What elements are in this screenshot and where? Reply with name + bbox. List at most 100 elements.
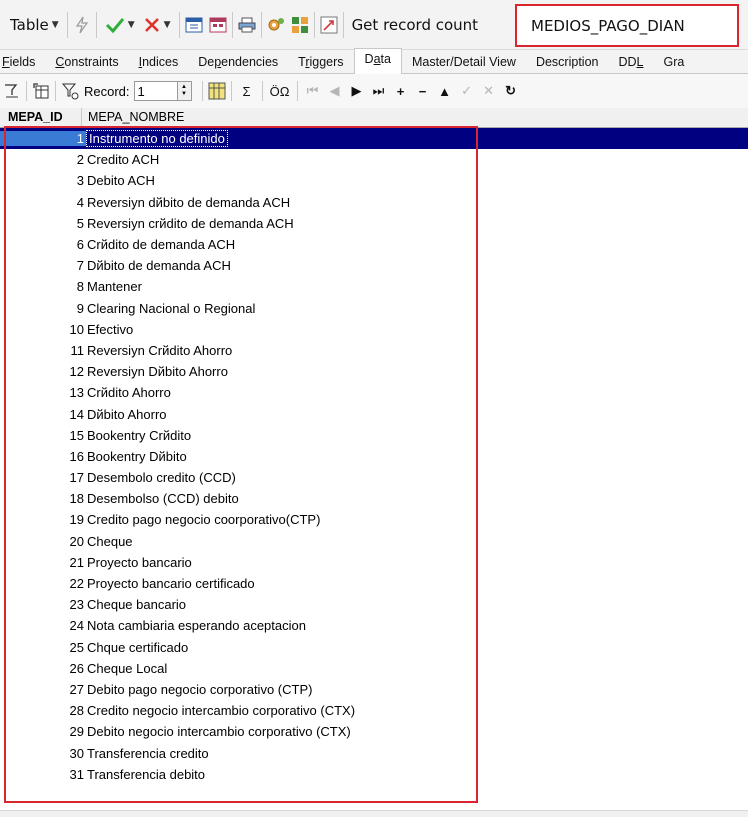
form-view-icon[interactable] xyxy=(208,15,228,35)
cell-mepa-nombre[interactable]: Dйbito Ahorro xyxy=(86,407,167,422)
cell-mepa-id[interactable]: 1 xyxy=(0,131,86,147)
cell-mepa-nombre[interactable]: Cheque bancario xyxy=(86,597,186,612)
table-row[interactable]: 2 Credito ACH xyxy=(0,149,748,170)
refresh-icon[interactable]: ↻ xyxy=(500,83,522,99)
cell-mepa-nombre[interactable]: Bookentry Crйdito xyxy=(86,428,191,443)
cell-mepa-nombre[interactable]: Cheque Local xyxy=(86,661,167,676)
cell-mepa-nombre[interactable]: Bookentry Dйbito xyxy=(86,449,187,464)
cell-mepa-id[interactable]: 25 xyxy=(0,640,86,655)
table-row[interactable]: 4 Reversiyn dйbito de demanda ACH xyxy=(0,192,748,213)
cell-mepa-id[interactable]: 5 xyxy=(0,216,86,231)
tab-indices[interactable]: Indices xyxy=(129,55,189,73)
delete-record-icon[interactable]: − xyxy=(412,84,434,99)
cell-mepa-id[interactable]: 28 xyxy=(0,703,86,718)
table-row[interactable]: 10 Efectivo xyxy=(0,319,748,340)
insert-record-icon[interactable]: + xyxy=(390,84,412,99)
grid-columns-icon[interactable] xyxy=(207,81,227,101)
table-row[interactable]: 6 Crйdito de demanda ACH xyxy=(0,234,748,255)
cell-mepa-id[interactable]: 6 xyxy=(0,237,86,252)
table-row[interactable]: 23 Cheque bancario xyxy=(0,594,748,615)
cell-mepa-id[interactable]: 7 xyxy=(0,258,86,273)
grid-view-icon[interactable] xyxy=(184,15,204,35)
cell-mepa-nombre[interactable]: Cheque xyxy=(86,534,133,549)
cell-mepa-nombre[interactable]: Reversiyn crйdito de demanda ACH xyxy=(86,216,294,231)
print-icon[interactable] xyxy=(237,15,257,35)
cell-mepa-nombre[interactable]: Instrumento no definido xyxy=(86,130,228,148)
table-row[interactable]: 1 Instrumento no definido xyxy=(0,128,748,150)
cell-mepa-id[interactable]: 29 xyxy=(0,724,86,739)
table-row[interactable]: 27 Debito pago negocio corporativo (CTP) xyxy=(0,679,748,700)
cell-mepa-nombre[interactable]: Debito negocio intercambio corporativo (… xyxy=(86,724,351,739)
table-row[interactable]: 17 Desembolo credito (CCD) xyxy=(0,467,748,488)
tab-ddl[interactable]: DDL xyxy=(608,55,653,73)
cell-mepa-id[interactable]: 15 xyxy=(0,428,86,443)
next-record-icon[interactable]: ▶ xyxy=(346,83,368,99)
table-row[interactable]: 14 Dйbito Ahorro xyxy=(0,403,748,424)
cell-mepa-nombre[interactable]: Desembolo credito (CCD) xyxy=(86,470,236,485)
settings-gear-icon[interactable] xyxy=(266,15,286,35)
table-row[interactable]: 18 Desembolso (CCD) debito xyxy=(0,488,748,509)
cell-mepa-nombre[interactable]: Efectivo xyxy=(86,322,133,337)
cell-mepa-id[interactable]: 23 xyxy=(0,597,86,612)
table-row[interactable]: 31 Transferencia debito xyxy=(0,764,748,785)
cell-mepa-id[interactable]: 20 xyxy=(0,534,86,549)
table-row[interactable]: 13 Crйdito Ahorro xyxy=(0,382,748,403)
cell-mepa-id[interactable]: 8 xyxy=(0,279,86,294)
tab-data[interactable]: Data xyxy=(353,48,402,74)
cancel-edit-icon[interactable]: ✕ xyxy=(478,83,500,99)
cell-mepa-nombre[interactable]: Proyecto bancario xyxy=(86,555,192,570)
filter-icon[interactable] xyxy=(2,81,22,101)
table-row[interactable]: 25 Chque certificado xyxy=(0,637,748,658)
cell-mepa-nombre[interactable]: Reversiyn Dйbito Ahorro xyxy=(86,364,228,379)
cell-mepa-id[interactable]: 12 xyxy=(0,364,86,379)
cell-mepa-id[interactable]: 4 xyxy=(0,195,86,210)
table-row[interactable]: 26 Cheque Local xyxy=(0,658,748,679)
table-row[interactable]: 20 Cheque xyxy=(0,531,748,552)
edit-record-icon[interactable]: ▲ xyxy=(434,84,456,99)
table-row[interactable]: 9 Clearing Nacional o Regional xyxy=(0,298,748,319)
cell-mepa-id[interactable]: 11 xyxy=(0,343,86,358)
cell-mepa-nombre[interactable]: Debito ACH xyxy=(86,173,155,188)
cell-mepa-id[interactable]: 19 xyxy=(0,512,86,527)
tab-master-detail-view[interactable]: Master/Detail View xyxy=(402,55,526,73)
cell-mepa-nombre[interactable]: Dйbito de demanda ACH xyxy=(86,258,231,273)
table-row[interactable]: 15 Bookentry Crйdito xyxy=(0,425,748,446)
record-number-input[interactable]: 1 xyxy=(133,81,178,101)
cell-mepa-id[interactable]: 26 xyxy=(0,661,86,676)
unicode-icon[interactable]: ÖΩ xyxy=(267,84,293,99)
table-row[interactable]: 12 Reversiyn Dйbito Ahorro xyxy=(0,361,748,382)
cell-mepa-nombre[interactable]: Crйdito Ahorro xyxy=(86,385,171,400)
cell-mepa-nombre[interactable]: Chque certificado xyxy=(86,640,188,655)
cell-mepa-nombre[interactable]: Credito pago negocio coorporativo(CTP) xyxy=(86,512,320,527)
table-row[interactable]: 21 Proyecto bancario xyxy=(0,552,748,573)
cell-mepa-id[interactable]: 9 xyxy=(0,301,86,316)
record-spinner[interactable]: ▲ ▼ xyxy=(177,81,192,101)
post-edit-icon[interactable]: ✓ xyxy=(456,83,478,99)
rollback-button[interactable]: ▼ xyxy=(139,12,175,38)
lightning-icon[interactable] xyxy=(72,15,92,35)
table-row[interactable]: 7 Dйbito de demanda ACH xyxy=(0,255,748,276)
cell-mepa-nombre[interactable]: Transferencia debito xyxy=(86,767,205,782)
table-row[interactable]: 30 Transferencia credito xyxy=(0,742,748,763)
table-row[interactable]: 11 Reversiyn Crйdito Ahorro xyxy=(0,340,748,361)
table-row[interactable]: 8 Mantener xyxy=(0,276,748,297)
cell-mepa-nombre[interactable]: Reversiyn dйbito de demanda ACH xyxy=(86,195,290,210)
cell-mepa-id[interactable]: 2 xyxy=(0,152,86,167)
cell-mepa-id[interactable]: 27 xyxy=(0,682,86,697)
table-row[interactable]: 22 Proyecto bancario certificado xyxy=(0,573,748,594)
cell-mepa-nombre[interactable]: Nota cambiaria esperando aceptacion xyxy=(86,618,306,633)
cell-mepa-nombre[interactable]: Debito pago negocio corporativo (CTP) xyxy=(86,682,312,697)
export-icon[interactable] xyxy=(319,15,339,35)
get-record-count-button[interactable]: Get record count xyxy=(348,12,483,38)
last-record-icon[interactable]: ⏭ xyxy=(368,83,390,99)
table-row[interactable]: 5 Reversiyn crйdito de demanda ACH xyxy=(0,213,748,234)
cell-mepa-id[interactable]: 30 xyxy=(0,746,86,761)
sum-icon[interactable]: Σ xyxy=(236,84,258,99)
cell-mepa-id[interactable]: 10 xyxy=(0,322,86,337)
tab-description[interactable]: Description xyxy=(526,55,609,73)
cell-mepa-id[interactable]: 22 xyxy=(0,576,86,591)
table-row[interactable]: 3 Debito ACH xyxy=(0,170,748,191)
cell-mepa-nombre[interactable]: Credito ACH xyxy=(86,152,159,167)
cell-mepa-id[interactable]: 17 xyxy=(0,470,86,485)
cell-mepa-nombre[interactable]: Reversiyn Crйdito Ahorro xyxy=(86,343,232,358)
